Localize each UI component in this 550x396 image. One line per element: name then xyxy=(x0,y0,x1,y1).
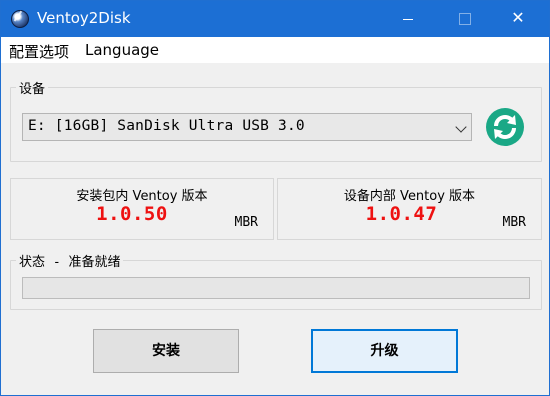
maximize-button[interactable] xyxy=(441,1,487,37)
status-label: 状态 - 准备就绪 xyxy=(16,251,124,270)
install-button[interactable]: 安装 xyxy=(93,329,239,373)
menu-config-options[interactable]: 配置选项 xyxy=(9,41,69,62)
package-version-panel: 安装包内 Ventoy 版本 1.0.50 MBR xyxy=(10,178,274,240)
chevron-down-icon xyxy=(455,121,467,133)
device-version-panel: 设备内部 Ventoy 版本 1.0.47 MBR xyxy=(277,178,542,240)
menu-language[interactable]: Language xyxy=(85,41,159,59)
ventoy2disk-window: Ventoy2Disk ✕ 配置选项 Language 设备 E: [16GB]… xyxy=(0,0,550,396)
refresh-icon xyxy=(493,114,517,140)
progress-bar xyxy=(22,277,530,299)
update-button[interactable]: 升级 xyxy=(311,329,458,373)
device-version-value: 1.0.47 xyxy=(365,203,438,225)
device-select[interactable]: E: [16GB] SanDisk Ultra USB 3.0 xyxy=(22,113,472,141)
close-button[interactable]: ✕ xyxy=(495,1,541,37)
window-title: Ventoy2Disk xyxy=(37,9,131,27)
package-partition-style: MBR xyxy=(234,215,258,230)
refresh-button[interactable] xyxy=(486,108,524,146)
menu-bar: 配置选项 Language xyxy=(1,37,549,63)
package-version-value: 1.0.50 xyxy=(96,203,168,225)
title-bar[interactable]: Ventoy2Disk ✕ xyxy=(1,1,549,37)
device-version-title: 设备内部 Ventoy 版本 xyxy=(343,189,476,204)
device-group-label: 设备 xyxy=(16,78,49,97)
minimize-button[interactable] xyxy=(385,1,431,37)
package-version-title: 安装包内 Ventoy 版本 xyxy=(76,189,208,204)
ventoy-app-icon xyxy=(11,10,29,28)
device-select-value: E: [16GB] SanDisk Ultra USB 3.0 xyxy=(28,118,305,134)
device-partition-style: MBR xyxy=(502,215,526,230)
